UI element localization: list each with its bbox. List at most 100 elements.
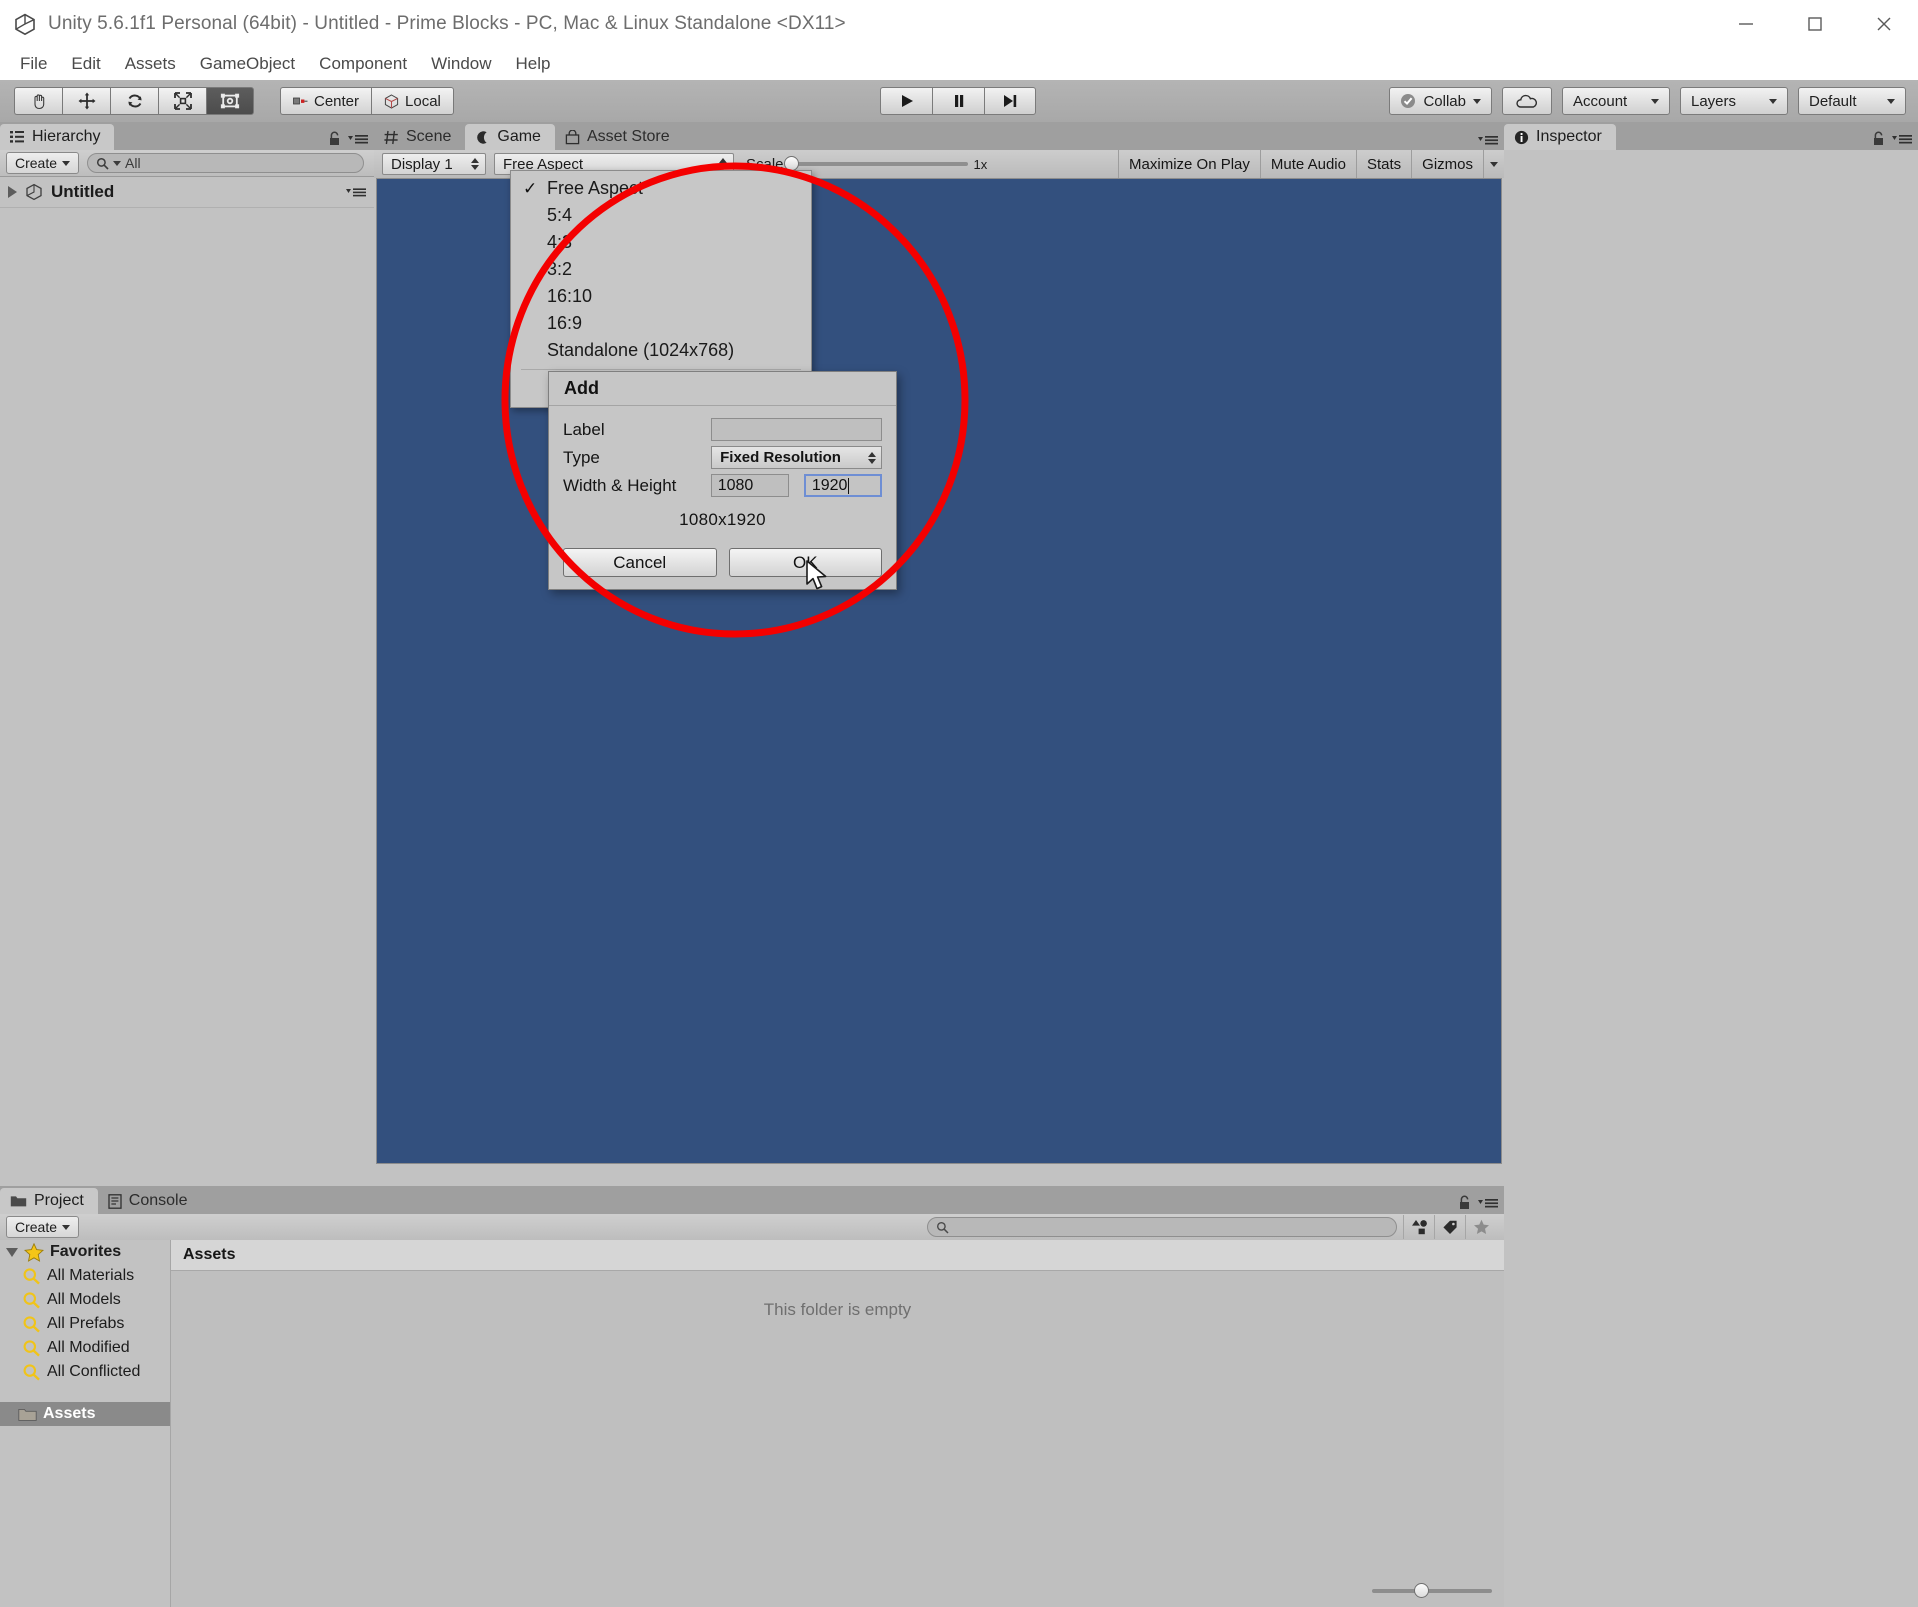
collab-button[interactable]: Collab: [1389, 87, 1492, 115]
cancel-button[interactable]: Cancel: [563, 548, 717, 577]
aspect-menu-item-label: Free Aspect: [547, 178, 644, 198]
add-dialog-body: Label Type Fixed Resolution Width & Heig…: [549, 406, 896, 548]
favorites-group-row[interactable]: Favorites: [0, 1240, 170, 1264]
hierarchy-icon: [10, 130, 25, 144]
star-icon: [24, 1242, 44, 1262]
size-row: Width & Height 1080 1920: [563, 472, 882, 499]
favorite-all-modified[interactable]: All Modified: [0, 1336, 170, 1360]
toolbar-right-group: Collab Account Layers Default: [1389, 87, 1906, 115]
hierarchy-search-input[interactable]: All: [87, 153, 364, 173]
scene-grid-icon: [384, 130, 399, 145]
maximize-button[interactable]: [1780, 0, 1849, 48]
lock-icon[interactable]: [1872, 131, 1885, 146]
expand-triangle-icon[interactable]: [8, 186, 17, 198]
aspect-menu-item-16-9[interactable]: 16:9: [511, 310, 811, 337]
scale-slider-knob[interactable]: [783, 156, 799, 171]
layers-button[interactable]: Layers: [1680, 87, 1788, 115]
tab-project[interactable]: Project: [0, 1188, 98, 1214]
menu-component[interactable]: Component: [307, 51, 419, 77]
menu-gameobject[interactable]: GameObject: [188, 51, 307, 77]
tab-game[interactable]: Game: [465, 124, 555, 150]
hierarchy-scene-row[interactable]: Untitled: [0, 177, 374, 208]
step-button[interactable]: [984, 87, 1036, 115]
assets-breadcrumb: Assets: [171, 1240, 1504, 1271]
project-create-button[interactable]: Create: [6, 1216, 80, 1238]
scale-slider[interactable]: [783, 156, 968, 171]
tab-asset-store[interactable]: Asset Store: [555, 124, 684, 150]
aspect-menu-item-free[interactable]: ✓ Free Aspect: [511, 175, 811, 202]
favorite-all-models[interactable]: All Models: [0, 1288, 170, 1312]
gizmos-toggle[interactable]: Gizmos: [1411, 150, 1483, 178]
favorite-all-prefabs[interactable]: All Prefabs: [0, 1312, 170, 1336]
height-field-input[interactable]: 1920: [803, 474, 882, 497]
panel-menu-icon[interactable]: [1892, 133, 1912, 145]
mute-audio-toggle[interactable]: Mute Audio: [1259, 150, 1356, 178]
favorites-label: Favorites: [50, 1243, 122, 1260]
game-view-options: Maximize On Play Mute Audio Stats Gizmos: [1118, 150, 1504, 178]
move-tool-button[interactable]: [62, 87, 110, 115]
project-tree-assets-row[interactable]: Assets: [0, 1402, 170, 1426]
pause-button[interactable]: [932, 87, 984, 115]
cloud-button[interactable]: [1502, 87, 1552, 115]
favorite-all-materials[interactable]: All Materials: [0, 1264, 170, 1288]
menu-file[interactable]: File: [8, 51, 59, 77]
hierarchy-create-button[interactable]: Create: [6, 152, 80, 174]
stats-toggle[interactable]: Stats: [1355, 150, 1411, 178]
tab-scene[interactable]: Scene: [374, 124, 465, 150]
hierarchy-create-label: Create: [15, 155, 58, 171]
width-field-input[interactable]: 1080: [710, 474, 789, 497]
maximize-on-play-toggle[interactable]: Maximize On Play: [1118, 150, 1260, 178]
account-button[interactable]: Account: [1562, 87, 1670, 115]
panel-menu-icon[interactable]: [1478, 1197, 1498, 1209]
play-button[interactable]: [880, 87, 932, 115]
favorite-label: All Modified: [47, 1339, 130, 1356]
filter-by-label-icon[interactable]: [1434, 1215, 1465, 1239]
tab-asset-store-label: Asset Store: [586, 128, 670, 145]
space-mode-button[interactable]: Local: [371, 87, 454, 115]
menu-edit[interactable]: Edit: [59, 51, 112, 77]
filter-by-type-icon[interactable]: [1403, 1215, 1434, 1239]
tab-project-label: Project: [34, 1192, 84, 1209]
aspect-menu-item-16-10[interactable]: 16:10: [511, 283, 811, 310]
game-tab-actions: [1478, 134, 1498, 146]
zoom-slider-knob[interactable]: [1414, 1583, 1429, 1598]
hand-tool-button[interactable]: [14, 87, 62, 115]
project-search-input[interactable]: [927, 1217, 1397, 1237]
favorite-all-conflicted[interactable]: All Conflicted: [0, 1360, 170, 1384]
pivot-mode-button[interactable]: Center: [280, 87, 372, 115]
close-button[interactable]: [1849, 0, 1918, 48]
layout-button[interactable]: Default: [1798, 87, 1906, 115]
panel-menu-icon[interactable]: [1478, 134, 1498, 146]
scene-menu-icon[interactable]: [346, 187, 366, 198]
search-icon: [936, 1221, 949, 1234]
menu-assets[interactable]: Assets: [113, 51, 188, 77]
tab-inspector[interactable]: Inspector: [1504, 124, 1616, 150]
tab-hierarchy[interactable]: Hierarchy: [0, 124, 115, 150]
aspect-menu-item-5-4[interactable]: 5:4: [511, 202, 811, 229]
display-dropdown[interactable]: Display 1: [382, 153, 486, 175]
menu-help[interactable]: Help: [504, 51, 563, 77]
aspect-menu-item-standalone[interactable]: Standalone (1024x768): [511, 337, 811, 364]
tab-console[interactable]: Console: [98, 1188, 202, 1214]
ok-button[interactable]: OK: [728, 548, 882, 577]
aspect-menu-item-4-3[interactable]: 4:3: [511, 229, 811, 256]
aspect-menu-item-3-2[interactable]: 3:2: [511, 256, 811, 283]
rect-transform-tool-button[interactable]: [206, 87, 254, 115]
asset-thumbnail-zoom-slider[interactable]: [1372, 1583, 1492, 1599]
lock-icon[interactable]: [328, 131, 341, 146]
search-saved-icon: [22, 1363, 41, 1381]
menu-window[interactable]: Window: [419, 51, 503, 77]
collapse-triangle-icon[interactable]: [6, 1247, 18, 1257]
type-field-select[interactable]: Fixed Resolution: [711, 446, 882, 469]
label-field-input[interactable]: [711, 418, 882, 441]
mute-audio-label: Mute Audio: [1270, 155, 1346, 173]
gizmos-dropdown[interactable]: [1483, 150, 1504, 178]
collab-label: Collab: [1423, 92, 1466, 110]
lock-icon[interactable]: [1458, 1195, 1471, 1210]
panel-menu-icon[interactable]: [348, 133, 368, 145]
rotate-tool-button[interactable]: [110, 87, 158, 115]
pause-icon: [954, 95, 963, 107]
minimize-button[interactable]: [1711, 0, 1780, 48]
scale-tool-button[interactable]: [158, 87, 206, 115]
favorite-star-icon[interactable]: [1465, 1215, 1496, 1239]
